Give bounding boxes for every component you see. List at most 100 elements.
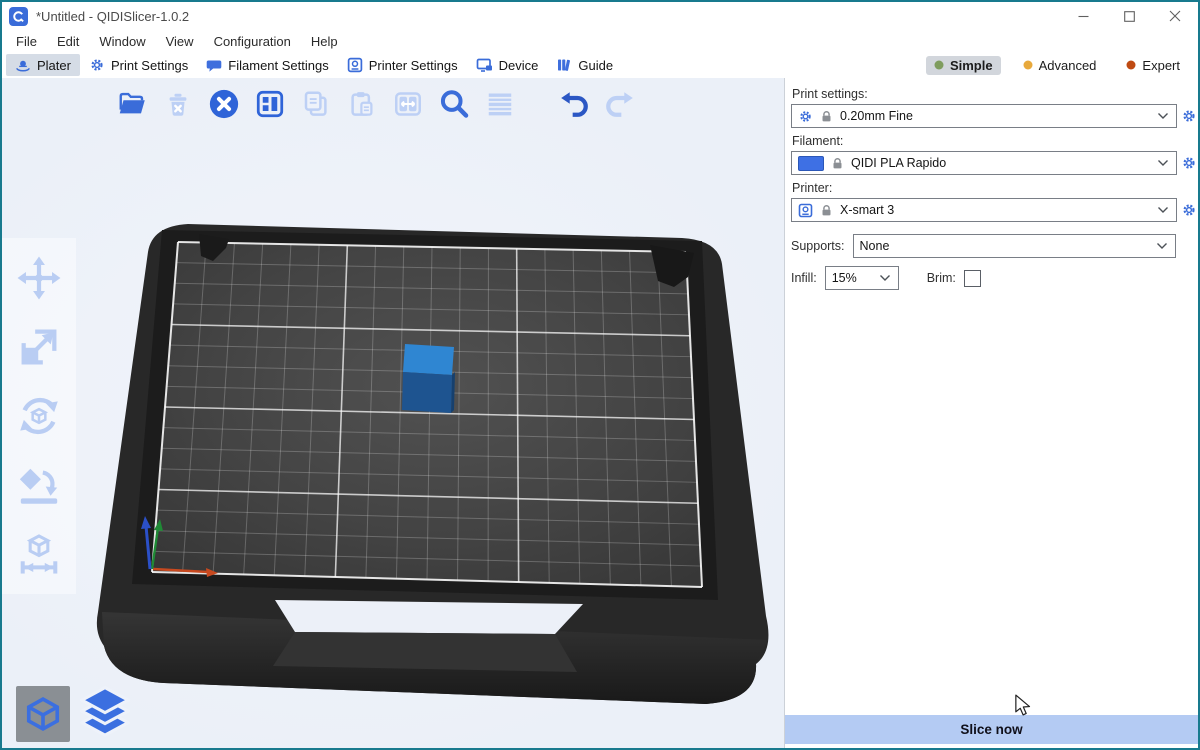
printer-value: X-smart 3 <box>840 203 1150 217</box>
filament-icon <box>206 57 222 73</box>
handle-grip-bar <box>273 632 577 672</box>
delete-button[interactable] <box>158 84 198 124</box>
tab-bar: Plater Print Settings Filament Settings … <box>2 52 1198 80</box>
supports-value: None <box>860 239 1149 253</box>
place-on-face-button[interactable] <box>14 460 64 510</box>
device-icon <box>476 57 493 73</box>
printer-icon <box>798 203 813 218</box>
bed-surface <box>152 242 702 587</box>
tab-label: Printer Settings <box>369 58 458 73</box>
plater-icon <box>15 57 31 73</box>
build-plate-scene <box>2 78 786 750</box>
paste-button[interactable] <box>342 84 382 124</box>
preview-layers-button[interactable] <box>78 686 132 742</box>
measure-button[interactable] <box>14 529 64 579</box>
mode-expert[interactable]: Expert <box>1118 56 1188 75</box>
tab-device[interactable]: Device <box>467 54 548 76</box>
infill-label: Infill: <box>791 271 817 285</box>
filament-value: QIDI PLA Rapido <box>851 156 1150 170</box>
move-button[interactable] <box>14 253 64 303</box>
tab-filament-settings[interactable]: Filament Settings <box>197 54 337 76</box>
mode-label: Advanced <box>1039 58 1097 73</box>
print-settings-select[interactable]: 0.20mm Fine <box>791 104 1177 128</box>
model-cube[interactable] <box>402 344 455 413</box>
slice-now-label: Slice now <box>960 722 1022 737</box>
printer-icon <box>347 57 363 73</box>
tab-label: Device <box>499 58 539 73</box>
mode-selector: Simple Advanced Expert <box>926 56 1198 75</box>
preview-layers-icon <box>80 686 130 742</box>
tab-label: Plater <box>37 58 71 73</box>
supports-label: Supports: <box>791 239 845 253</box>
printer-select[interactable]: X-smart 3 <box>791 198 1177 222</box>
print-settings-label: Print settings: <box>792 87 1198 101</box>
maximize-button[interactable] <box>1106 2 1152 30</box>
undo-button[interactable] <box>554 84 594 124</box>
infill-value: 15% <box>832 271 872 285</box>
filament-select[interactable]: QIDI PLA Rapido <box>791 151 1177 175</box>
supports-select[interactable]: None <box>853 234 1176 258</box>
settings-panel: Print settings: 0.20mm Fine Filament: QI… <box>784 78 1198 748</box>
open-project-button[interactable] <box>112 84 152 124</box>
chevron-down-icon <box>1156 242 1168 250</box>
advanced-dot-icon <box>1023 60 1033 70</box>
gizmo-toolbar <box>2 238 76 594</box>
tab-label: Print Settings <box>111 58 188 73</box>
menu-help[interactable]: Help <box>301 32 348 51</box>
chevron-down-icon <box>1157 159 1169 167</box>
brim-label: Brim: <box>927 271 956 285</box>
rotate-button[interactable] <box>14 391 64 441</box>
editor-3d-view-button[interactable] <box>16 686 70 742</box>
mode-advanced[interactable]: Advanced <box>1015 56 1105 75</box>
view-toggle-bar <box>16 686 132 742</box>
edit-filament-button[interactable] <box>1180 153 1198 173</box>
menu-bar: File Edit Window View Configuration Help <box>2 30 1198 52</box>
tab-guide[interactable]: Guide <box>547 54 622 76</box>
print-settings-value: 0.20mm Fine <box>840 109 1150 123</box>
lock-icon <box>820 110 833 123</box>
split-view-button[interactable] <box>388 84 428 124</box>
gear-icon <box>1181 155 1197 171</box>
gear-icon <box>1181 108 1197 124</box>
scale-button[interactable] <box>14 322 64 372</box>
chevron-down-icon <box>879 274 891 282</box>
infill-select[interactable]: 15% <box>825 266 899 290</box>
tab-plater[interactable]: Plater <box>6 54 80 76</box>
arrange-button[interactable] <box>250 84 290 124</box>
gear-icon <box>798 109 813 124</box>
tab-print-settings[interactable]: Print Settings <box>80 54 197 76</box>
filament-color-swatch <box>798 156 824 171</box>
app-logo-icon <box>9 7 28 26</box>
edit-print-settings-button[interactable] <box>1180 106 1198 126</box>
slice-now-button[interactable]: Slice now <box>785 715 1198 744</box>
variable-layer-height-button[interactable] <box>480 84 520 124</box>
qidislicer-window: *Untitled - QIDISlicer-1.0.2 File Edit W… <box>0 0 1200 750</box>
tab-printer-settings[interactable]: Printer Settings <box>338 54 467 76</box>
lock-icon <box>820 204 833 217</box>
handle-slot <box>275 600 583 634</box>
menu-window[interactable]: Window <box>89 32 155 51</box>
mode-simple[interactable]: Simple <box>926 56 1001 75</box>
guide-icon <box>556 57 572 73</box>
printer-label: Printer: <box>792 181 1198 195</box>
menu-view[interactable]: View <box>156 32 204 51</box>
window-title: *Untitled - QIDISlicer-1.0.2 <box>36 9 189 24</box>
viewport-3d[interactable] <box>2 78 784 748</box>
edit-printer-button[interactable] <box>1180 200 1198 220</box>
brim-checkbox[interactable] <box>964 270 981 287</box>
gear-icon <box>89 57 105 73</box>
tab-label: Filament Settings <box>228 58 328 73</box>
menu-file[interactable]: File <box>6 32 47 51</box>
mode-label: Expert <box>1142 58 1180 73</box>
search-button[interactable] <box>434 84 474 124</box>
menu-edit[interactable]: Edit <box>47 32 89 51</box>
close-button[interactable] <box>1152 2 1198 30</box>
copy-button[interactable] <box>296 84 336 124</box>
mode-label: Simple <box>950 58 993 73</box>
delete-all-button[interactable] <box>204 84 244 124</box>
menu-configuration[interactable]: Configuration <box>204 32 301 51</box>
minimize-button[interactable] <box>1060 2 1106 30</box>
redo-button[interactable] <box>600 84 640 124</box>
filament-label: Filament: <box>792 134 1198 148</box>
title-bar: *Untitled - QIDISlicer-1.0.2 <box>2 2 1198 30</box>
